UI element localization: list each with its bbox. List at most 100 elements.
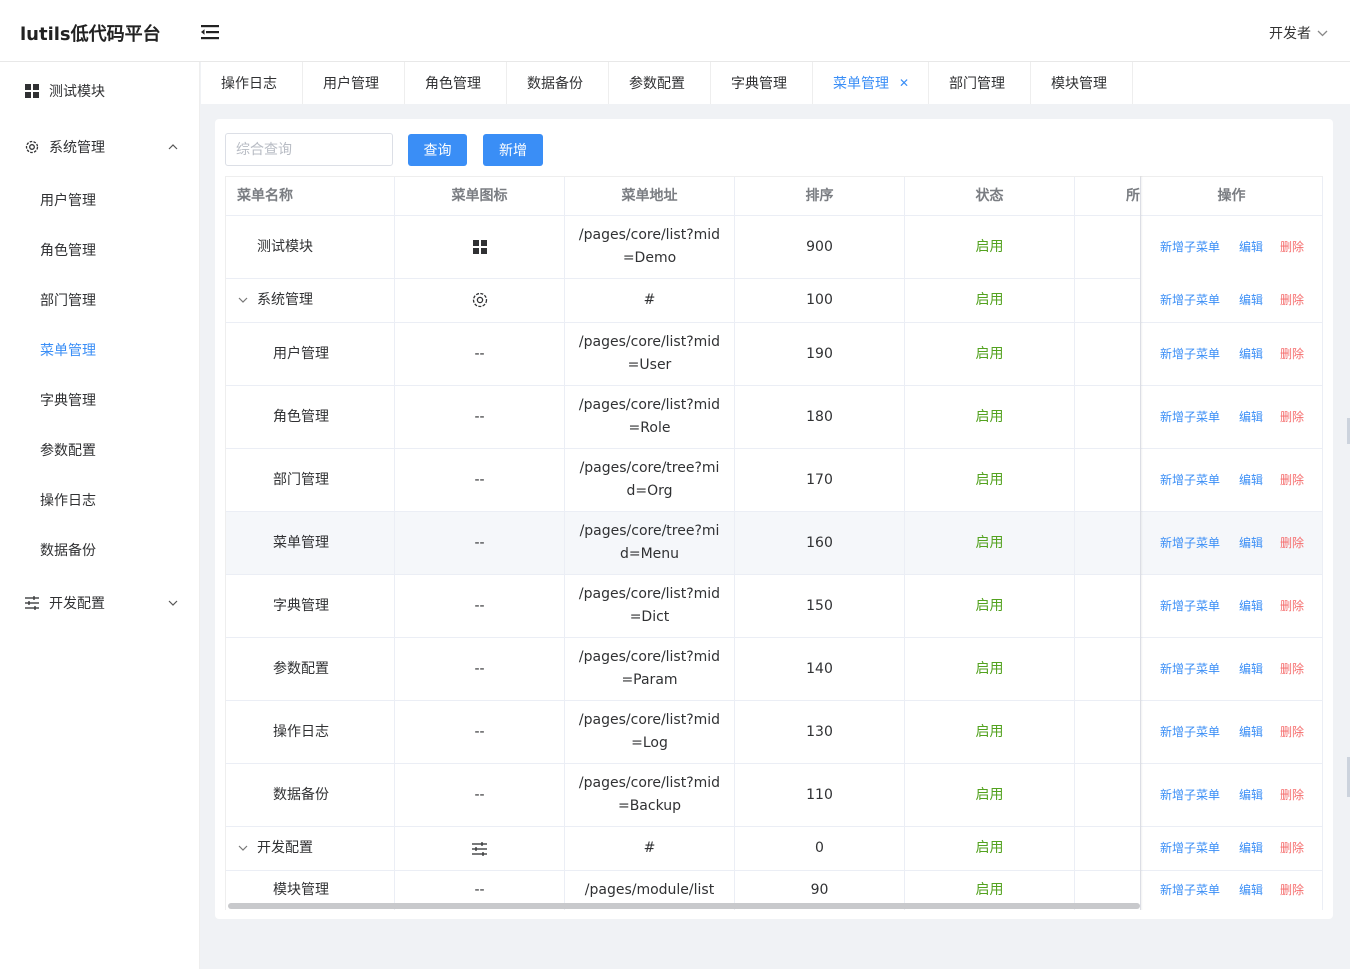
sidebar-sub-param[interactable]: 参数配置 [0, 430, 200, 470]
edit-link[interactable]: 编辑 [1239, 469, 1263, 492]
add-child-menu-link[interactable]: 新增子菜单 [1160, 879, 1220, 902]
tab-menu[interactable]: 菜单管理 ✕ [813, 62, 929, 104]
edit-link[interactable]: 编辑 [1239, 784, 1263, 807]
edit-link[interactable]: 编辑 [1239, 595, 1263, 618]
delete-link[interactable]: 删除 [1280, 469, 1304, 492]
sidebar-item-test-module[interactable]: 测试模块 [0, 71, 200, 111]
add-child-menu-link[interactable]: 新增子菜单 [1160, 721, 1220, 744]
tab-label: 参数配置 [629, 76, 685, 92]
edit-link[interactable]: 编辑 [1239, 837, 1263, 860]
sidebar-sub-role[interactable]: 角色管理 [0, 230, 200, 270]
edit-link[interactable]: 编辑 [1239, 406, 1263, 429]
table-row[interactable]: 部门管理 -- /pages/core/tree?mi d=Org 170 启用 新增子菜单… [226, 449, 1323, 512]
tab-label: 菜单管理 [833, 76, 889, 92]
table-row[interactable]: 角色管理 -- /pages/core/list?mid =Role 180 启用 新增子菜… [226, 386, 1323, 449]
delete-link[interactable]: 删除 [1280, 236, 1304, 259]
column-header: 菜单名称 [226, 177, 395, 215]
tab-module[interactable]: 模块管理 [1031, 62, 1133, 104]
query-button[interactable]: 查询 [408, 134, 467, 166]
delete-link[interactable]: 删除 [1280, 721, 1304, 744]
sidebar-sub-dept[interactable]: 部门管理 [0, 280, 200, 320]
table-row[interactable]: 数据备份 -- /pages/core/list?mid =Backup 110 启用 新增… [226, 764, 1323, 827]
sidebar-sub-log[interactable]: 操作日志 [0, 480, 200, 520]
cell-menu-icon: -- [395, 701, 565, 763]
tab-dict[interactable]: 字典管理 [711, 62, 813, 104]
cell-menu-name: 菜单管理 [226, 512, 395, 574]
delete-link[interactable]: 删除 [1280, 532, 1304, 555]
tab-user[interactable]: 用户管理 [303, 62, 405, 104]
add-child-menu-link[interactable]: 新增子菜单 [1160, 837, 1220, 860]
menu-name-text: 用户管理 [273, 345, 329, 362]
tab-backup[interactable]: 数据备份 [507, 62, 609, 104]
sidebar-item-dev-config[interactable]: 开发配置 [0, 583, 200, 623]
cell-sort: 140 [735, 638, 905, 700]
add-child-menu-link[interactable]: 新增子菜单 [1160, 343, 1220, 366]
delete-link[interactable]: 删除 [1280, 343, 1304, 366]
close-icon[interactable]: ✕ [899, 76, 909, 90]
delete-link[interactable]: 删除 [1280, 784, 1304, 807]
cell-sort: 160 [735, 512, 905, 574]
add-child-menu-link[interactable]: 新增子菜单 [1160, 595, 1220, 618]
search-input[interactable] [225, 133, 393, 166]
table-row[interactable]: 参数配置 -- /pages/core/list?mid =Param 140 启用 新增子… [226, 638, 1323, 701]
table-row[interactable]: 测试模块/pages/core/list?mid =Demo 900 启用 新增子菜单编… [226, 216, 1323, 279]
cell-status: 启用 [905, 278, 1075, 322]
cell-truncated [1075, 764, 1141, 826]
tab-dept[interactable]: 部门管理 [929, 62, 1031, 104]
sidebar-item-system[interactable]: 系统管理 [0, 127, 200, 167]
edit-link[interactable]: 编辑 [1239, 658, 1263, 681]
expand-chevron-icon[interactable] [238, 297, 248, 304]
cell-truncated [1075, 638, 1141, 700]
horizontal-scrollbar[interactable] [228, 903, 1140, 909]
delete-link[interactable]: 删除 [1280, 658, 1304, 681]
column-header: 操作 [1141, 177, 1323, 215]
column-header: 状态 [905, 177, 1075, 215]
edit-link[interactable]: 编辑 [1239, 343, 1263, 366]
table-row[interactable]: 字典管理 -- /pages/core/list?mid =Dict 150 启用 新增子菜… [226, 575, 1323, 638]
menu-name-text: 菜单管理 [273, 534, 329, 551]
delete-link[interactable]: 删除 [1280, 595, 1304, 618]
add-child-menu-link[interactable]: 新增子菜单 [1160, 469, 1220, 492]
edit-link[interactable]: 编辑 [1239, 236, 1263, 259]
tab-operation-log[interactable]: 操作日志 [201, 62, 303, 104]
menu-name-text: 开发配置 [257, 840, 313, 856]
delete-link[interactable]: 删除 [1280, 837, 1304, 860]
edit-link[interactable]: 编辑 [1239, 289, 1263, 312]
sidebar-sub-backup[interactable]: 数据备份 [0, 530, 200, 570]
table-row[interactable]: 用户管理 -- /pages/core/list?mid =User 190 启用 新增子菜… [226, 323, 1323, 386]
delete-link[interactable]: 删除 [1280, 406, 1304, 429]
edit-link[interactable]: 编辑 [1239, 879, 1263, 902]
menu-toggle-icon[interactable] [201, 24, 219, 40]
cell-menu-url: /pages/core/tree?mi d=Menu [565, 512, 735, 574]
add-child-menu-link[interactable]: 新增子菜单 [1160, 236, 1220, 259]
url-line: =Log [631, 735, 668, 751]
cell-operations: 新增子菜单 编辑 删除 [1141, 386, 1323, 448]
add-child-menu-link[interactable]: 新增子菜单 [1160, 289, 1220, 312]
add-child-menu-link[interactable]: 新增子菜单 [1160, 784, 1220, 807]
cell-menu-name: 系统管理 [226, 278, 395, 322]
add-child-menu-link[interactable]: 新增子菜单 [1160, 406, 1220, 429]
edit-link[interactable]: 编辑 [1239, 532, 1263, 555]
user-menu[interactable]: 开发者 [1269, 23, 1328, 43]
sidebar-sub-dict[interactable]: 字典管理 [0, 380, 200, 420]
cell-menu-icon: -- [395, 323, 565, 385]
tab-role[interactable]: 角色管理 [405, 62, 507, 104]
expand-chevron-icon[interactable] [238, 845, 248, 852]
edit-link[interactable]: 编辑 [1239, 721, 1263, 744]
sidebar-sub-user[interactable]: 用户管理 [0, 180, 200, 220]
cell-menu-url: /pages/core/list?mid =Dict [565, 575, 735, 637]
sidebar-sub-menu[interactable]: 菜单管理 [0, 330, 200, 370]
add-child-menu-link[interactable]: 新增子菜单 [1160, 532, 1220, 555]
table-row[interactable]: 系统管理 #100 启用 新增子菜单 编辑 删除 [226, 278, 1323, 323]
cell-menu-icon: -- [395, 575, 565, 637]
add-button[interactable]: 新增 [483, 134, 543, 166]
delete-link[interactable]: 删除 [1280, 879, 1304, 902]
tab-param[interactable]: 参数配置 [609, 62, 711, 104]
table-row[interactable]: 开发配置 #0 启用 新增子菜单 编辑 删除 [226, 827, 1323, 871]
tab-label: 用户管理 [323, 76, 379, 92]
delete-link[interactable]: 删除 [1280, 289, 1304, 312]
add-child-menu-link[interactable]: 新增子菜单 [1160, 658, 1220, 681]
table-row[interactable]: 操作日志 -- /pages/core/list?mid =Log 130 启用 新增子菜单… [226, 701, 1323, 764]
url-line: =Backup [617, 798, 682, 814]
table-row[interactable]: 菜单管理 -- /pages/core/tree?mi d=Menu 160 启用 新增子菜… [226, 512, 1323, 575]
